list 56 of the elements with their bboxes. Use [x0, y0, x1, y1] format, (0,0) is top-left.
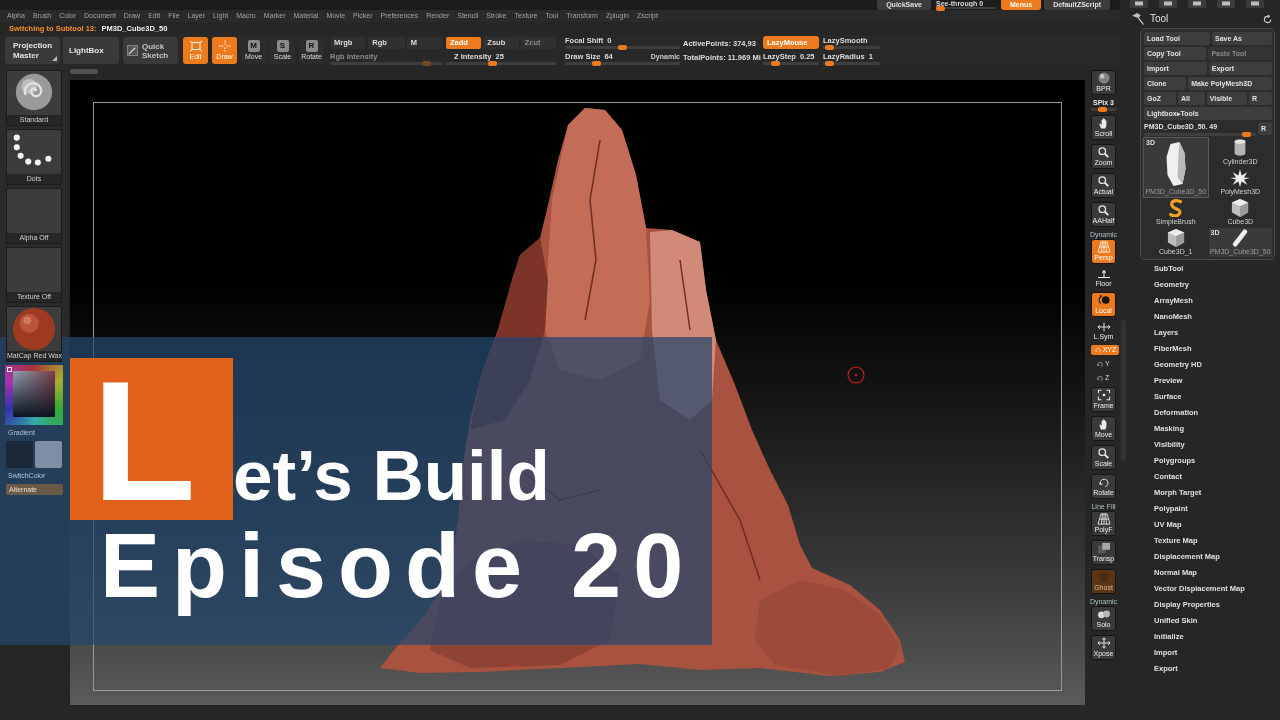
glyph-tile: M	[247, 40, 260, 52]
blob-icon	[1096, 571, 1111, 583]
corner-triangle-icon	[52, 56, 57, 61]
palette-title: Tool	[1150, 13, 1169, 25]
window-icon[interactable]	[1130, 0, 1148, 8]
tool-slider-track[interactable]	[1144, 133, 1256, 136]
material-sphere-icon	[12, 307, 56, 351]
magnifier-icon	[1096, 204, 1111, 216]
squares-icon	[1096, 542, 1111, 554]
slider-thumb[interactable]	[488, 60, 498, 66]
slider-thumb[interactable]	[618, 45, 627, 50]
lightbox-button[interactable]: LightBox	[63, 37, 119, 64]
spix-track[interactable]	[1091, 108, 1116, 111]
quick-sketch-button[interactable]: Quick Sketch	[123, 37, 178, 64]
rotate-arrow-icon	[1093, 346, 1102, 354]
window-icon[interactable]	[1217, 0, 1235, 8]
rotate-arrow-icon	[1096, 374, 1104, 382]
glyph-tile: S	[276, 40, 289, 52]
magnifier-icon	[1096, 175, 1111, 187]
edit-frame-icon	[188, 40, 203, 52]
magnifier-icon	[1096, 447, 1111, 459]
color-swatch-icon[interactable]	[35, 441, 62, 468]
window-icon[interactable]	[1159, 0, 1177, 8]
refresh-icon[interactable]	[1263, 14, 1272, 24]
slider-thumb[interactable]	[591, 61, 601, 66]
slider-thumb[interactable]	[1241, 132, 1251, 137]
color-picker[interactable]	[5, 365, 63, 425]
spheres-icon	[1096, 608, 1111, 620]
frame-corners-icon	[1096, 389, 1111, 401]
rotate-arrow-icon	[1096, 360, 1104, 368]
sphere-arrow-icon	[1096, 294, 1111, 306]
window-icon[interactable]	[1246, 0, 1264, 8]
brush-cursor-icon	[847, 366, 865, 384]
rotate-arrow-icon	[1096, 476, 1111, 488]
sketch-icon	[127, 45, 138, 56]
crosshair-icon	[217, 40, 232, 52]
floor-line-icon	[1096, 268, 1111, 280]
window-icon[interactable]	[1188, 0, 1206, 8]
slider-thumb[interactable]	[771, 61, 781, 66]
slider-thumb[interactable]	[936, 6, 945, 11]
slider-thumb[interactable]	[1098, 107, 1108, 112]
slider-thumb[interactable]	[825, 61, 835, 66]
hammer-icon	[1132, 13, 1144, 25]
double-arrow-icon	[1096, 321, 1111, 333]
magnifier-icon	[1096, 146, 1111, 158]
grid-icon	[1096, 513, 1111, 525]
slider-thumb[interactable]	[825, 45, 835, 50]
glyph-tile: R	[305, 40, 318, 52]
color-swatch-icon[interactable]	[6, 441, 33, 468]
scrollbar-thumb[interactable]	[70, 69, 98, 74]
logo-tile: L	[70, 358, 233, 520]
projection-master-button[interactable]: Projection Master	[5, 37, 60, 64]
four-arrows-icon	[1096, 637, 1111, 649]
grid-icon	[1096, 241, 1111, 253]
episode-title: et’s Build	[233, 435, 550, 517]
rock-mesh-icon	[1164, 141, 1187, 187]
